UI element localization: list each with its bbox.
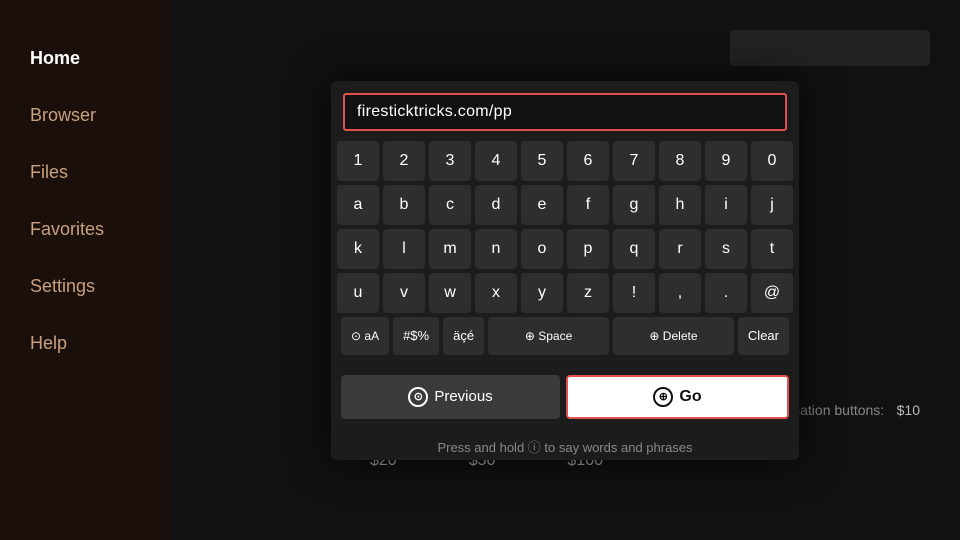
key-w[interactable]: w xyxy=(429,273,471,313)
key-6[interactable]: 6 xyxy=(567,141,609,181)
previous-button[interactable]: ⊙ Previous xyxy=(341,375,560,419)
sidebar-item-files[interactable]: Files xyxy=(20,144,150,201)
action-row: ⊙ Previous ⊕ Go xyxy=(341,375,789,419)
row-a-j: a b c d e f g h i j xyxy=(341,185,789,225)
keyboard-area: 1 2 3 4 5 6 7 8 9 0 a b c d e f g h xyxy=(331,141,799,369)
key-symbols[interactable]: #$% xyxy=(393,317,439,355)
key-c[interactable]: c xyxy=(429,185,471,225)
sidebar-label-browser: Browser xyxy=(30,105,96,125)
key-period[interactable]: . xyxy=(705,273,747,313)
key-p[interactable]: p xyxy=(567,229,609,269)
key-d[interactable]: d xyxy=(475,185,517,225)
key-l[interactable]: l xyxy=(383,229,425,269)
go-icon: ⊕ xyxy=(653,387,673,407)
url-bar[interactable]: firesticktricks.com/pp xyxy=(343,93,787,131)
main-area: ease donation buttons: $10 $20 $50 $100 … xyxy=(170,0,960,540)
key-comma[interactable]: , xyxy=(659,273,701,313)
key-m[interactable]: m xyxy=(429,229,471,269)
sidebar-label-settings: Settings xyxy=(30,276,95,296)
key-n[interactable]: n xyxy=(475,229,517,269)
key-1[interactable]: 1 xyxy=(337,141,379,181)
sidebar-item-settings[interactable]: Settings xyxy=(20,258,150,315)
key-4[interactable]: 4 xyxy=(475,141,517,181)
key-y[interactable]: y xyxy=(521,273,563,313)
donation-amount-10: $10 xyxy=(897,402,920,418)
key-z[interactable]: z xyxy=(567,273,609,313)
number-row: 1 2 3 4 5 6 7 8 9 0 xyxy=(341,141,789,181)
url-value: firesticktricks.com/pp xyxy=(357,103,512,120)
key-accents[interactable]: äçé xyxy=(443,317,484,355)
key-u[interactable]: u xyxy=(337,273,379,313)
key-exclaim[interactable]: ! xyxy=(613,273,655,313)
key-a[interactable]: a xyxy=(337,185,379,225)
key-q[interactable]: q xyxy=(613,229,655,269)
sidebar-item-home[interactable]: Home xyxy=(20,30,150,87)
bg-input xyxy=(730,30,930,66)
sidebar-item-help[interactable]: Help xyxy=(20,315,150,372)
key-j[interactable]: j xyxy=(751,185,793,225)
sidebar-label-files: Files xyxy=(30,162,68,182)
key-b[interactable]: b xyxy=(383,185,425,225)
key-h[interactable]: h xyxy=(659,185,701,225)
row-u-at: u v w x y z ! , . @ xyxy=(341,273,789,313)
key-space[interactable]: ⊕ Space xyxy=(488,317,609,355)
previous-label: Previous xyxy=(434,388,492,405)
sidebar-label-help: Help xyxy=(30,333,67,353)
previous-icon: ⊙ xyxy=(408,387,428,407)
key-2[interactable]: 2 xyxy=(383,141,425,181)
go-button[interactable]: ⊕ Go xyxy=(566,375,789,419)
key-i[interactable]: i xyxy=(705,185,747,225)
sidebar: Home Browser Files Favorites Settings He… xyxy=(0,0,170,540)
key-9[interactable]: 9 xyxy=(705,141,747,181)
sidebar-item-browser[interactable]: Browser xyxy=(20,87,150,144)
sidebar-item-favorites[interactable]: Favorites xyxy=(20,201,150,258)
key-s[interactable]: s xyxy=(705,229,747,269)
keyboard-dialog: firesticktricks.com/pp 1 2 3 4 5 6 7 8 9… xyxy=(331,81,799,460)
key-f[interactable]: f xyxy=(567,185,609,225)
sidebar-label-favorites: Favorites xyxy=(30,219,104,239)
key-g[interactable]: g xyxy=(613,185,655,225)
key-x[interactable]: x xyxy=(475,273,517,313)
key-clear[interactable]: Clear xyxy=(738,317,789,355)
key-0[interactable]: 0 xyxy=(751,141,793,181)
special-row: ⊙ aA #$% äçé ⊕ Space ⊕ Delete Clear xyxy=(341,317,789,355)
go-label: Go xyxy=(679,388,701,406)
key-k[interactable]: k xyxy=(337,229,379,269)
sidebar-label-home: Home xyxy=(30,48,80,68)
key-case-toggle[interactable]: ⊙ aA xyxy=(341,317,389,355)
key-at[interactable]: @ xyxy=(751,273,793,313)
key-7[interactable]: 7 xyxy=(613,141,655,181)
key-e[interactable]: e xyxy=(521,185,563,225)
row-k-t: k l m n o p q r s t xyxy=(341,229,789,269)
key-delete[interactable]: ⊕ Delete xyxy=(613,317,734,355)
hint-text: Press and hold ⓘ to say words and phrase… xyxy=(331,429,799,460)
key-8[interactable]: 8 xyxy=(659,141,701,181)
key-5[interactable]: 5 xyxy=(521,141,563,181)
key-o[interactable]: o xyxy=(521,229,563,269)
key-t[interactable]: t xyxy=(751,229,793,269)
key-r[interactable]: r xyxy=(659,229,701,269)
key-v[interactable]: v xyxy=(383,273,425,313)
key-3[interactable]: 3 xyxy=(429,141,471,181)
